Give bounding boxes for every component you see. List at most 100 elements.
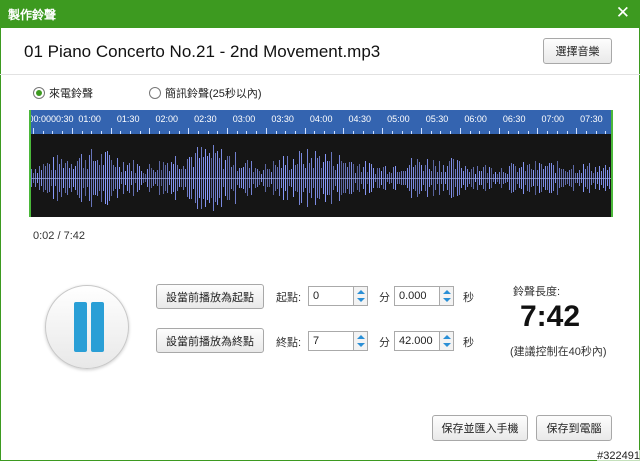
start-marker[interactable] <box>29 110 31 217</box>
waveform-bar <box>227 155 228 201</box>
save-to-pc-button[interactable]: 保存到電腦 <box>536 415 612 441</box>
minute-unit: 分 <box>379 292 390 304</box>
waveform-bar <box>71 163 72 193</box>
length-hint: (建議控制在40秒內) <box>510 346 607 358</box>
waveform-bar <box>245 162 246 194</box>
waveform-bar <box>383 167 384 189</box>
end-marker[interactable] <box>611 110 613 217</box>
timeline-tick <box>275 131 277 134</box>
waveform-bar <box>259 170 260 186</box>
timeline-tick <box>382 128 384 134</box>
end-minute-input[interactable]: 7 <box>308 331 354 351</box>
pause-button[interactable] <box>45 285 129 369</box>
timeline-tick-label: 01:00 <box>78 114 101 124</box>
waveform-bar <box>49 164 50 192</box>
waveform-bar <box>531 168 532 188</box>
set-start-button[interactable]: 設當前播放為起點 <box>156 284 264 309</box>
waveform-bar <box>375 174 376 182</box>
waveform-bar <box>93 160 94 196</box>
waveform-bar <box>555 173 556 183</box>
minute-unit: 分 <box>379 337 390 349</box>
waveform-editor[interactable]: 00:0000:30 01:00 01:30 02:00 02:30 03:00 03:30… <box>29 110 613 217</box>
radio-label: 來電鈴聲 <box>49 88 93 100</box>
waveform-bar <box>439 160 440 196</box>
up-arrow-icon <box>357 335 365 339</box>
timeline-tick <box>207 131 209 134</box>
waveform-bar <box>209 153 210 203</box>
waveform-bar <box>243 166 244 190</box>
waveform-bar <box>171 162 172 194</box>
waveform-bar <box>107 150 108 206</box>
window-frame <box>0 28 640 461</box>
timeline-tick-label: 03:00 <box>232 114 256 124</box>
waveform-bar <box>377 168 378 188</box>
waveform-bar <box>589 163 590 193</box>
waveform-bar <box>429 168 430 187</box>
radio-sms-ringtone[interactable]: 簡訊鈴聲(25秒以內) <box>149 85 262 101</box>
save-import-phone-button[interactable]: 保存並匯入手機 <box>432 415 528 441</box>
timeline-tick <box>401 131 403 134</box>
waveform-bar <box>61 159 62 197</box>
waveform-bar <box>389 172 390 184</box>
waveform-bar <box>253 172 254 184</box>
start-second-stepper[interactable] <box>439 286 454 306</box>
waveform-bar <box>129 163 130 193</box>
waveform-bar <box>359 163 360 193</box>
waveform-bar <box>147 168 148 188</box>
start-minute-stepper[interactable] <box>353 286 368 306</box>
waveform-bar <box>39 166 40 190</box>
end-second-input[interactable]: 42.000 <box>394 331 440 351</box>
timeline-tick <box>62 131 64 134</box>
waveform-bar <box>37 173 38 183</box>
waveform-bar <box>315 151 316 205</box>
timeline-tick <box>304 128 306 134</box>
timeline-tick <box>498 128 500 134</box>
waveform-bar <box>533 169 534 187</box>
waveform-bar <box>203 156 204 200</box>
start-second-input[interactable]: 0.000 <box>394 286 440 306</box>
waveform-bar <box>325 153 326 203</box>
start-minute-input[interactable]: 0 <box>308 286 354 306</box>
waveform-bar <box>55 170 56 186</box>
waveform-bar <box>381 171 382 185</box>
timeline-tick <box>527 131 529 134</box>
timeline-tick <box>256 131 258 134</box>
waveform-bar <box>369 163 370 193</box>
waveform-bar <box>409 165 410 191</box>
waveform-bar <box>303 164 304 192</box>
waveform-bar <box>111 159 112 197</box>
divider <box>0 74 640 75</box>
waveform-bar <box>287 156 288 200</box>
select-music-button[interactable]: 選擇音樂 <box>543 38 612 64</box>
timeline-tick <box>91 131 93 134</box>
waveform-bar <box>59 164 60 192</box>
end-second-stepper[interactable] <box>439 331 454 351</box>
waveform-bar <box>155 172 156 184</box>
waveform-bar <box>177 164 178 192</box>
waveform-bar <box>219 157 220 199</box>
waveform-bar <box>355 172 356 184</box>
waveform-bar <box>417 159 418 197</box>
waveform-bar <box>99 164 100 192</box>
radio-call-ringtone[interactable]: 來電鈴聲 <box>33 85 93 101</box>
radio-dot <box>33 87 45 99</box>
timeline-tick <box>314 131 316 134</box>
waveform-bar <box>181 168 182 188</box>
waveform-bar <box>525 170 526 186</box>
close-icon[interactable]: ✕ <box>616 3 630 23</box>
set-end-button[interactable]: 設當前播放為終點 <box>156 328 264 353</box>
waveform-bar <box>131 170 132 186</box>
timeline-ruler[interactable]: 00:0000:30 01:00 01:30 02:00 02:30 03:00 03:30… <box>29 110 613 134</box>
end-minute-stepper[interactable] <box>353 331 368 351</box>
waveform-bar <box>95 160 96 196</box>
timeline-tick <box>178 131 180 134</box>
waveform-bar <box>435 165 436 191</box>
up-arrow-icon <box>443 335 451 339</box>
waveform-bar <box>279 160 280 196</box>
waveform-bar <box>347 167 348 189</box>
waveform-bar <box>567 171 568 185</box>
waveform-bar <box>33 173 34 183</box>
waveform-bar <box>77 160 78 196</box>
waveform-bar <box>481 171 482 185</box>
waveform-bar <box>451 158 452 198</box>
